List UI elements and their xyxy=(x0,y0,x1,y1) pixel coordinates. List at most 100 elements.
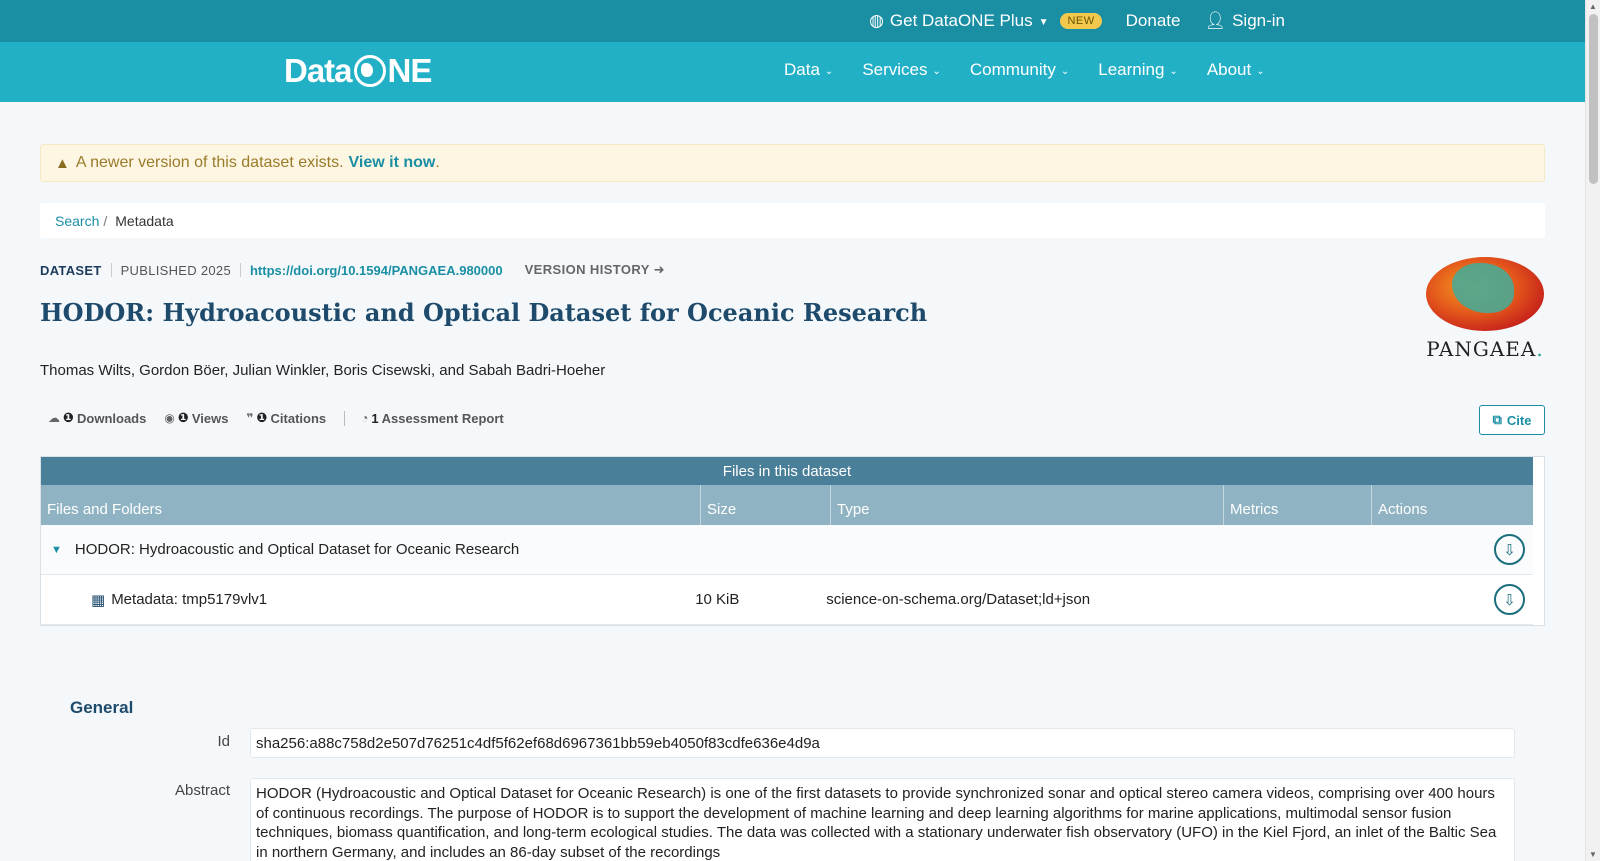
dataset-meta-line: DATASET PUBLISHED 2025 https://doi.org/1… xyxy=(40,262,665,278)
chevron-down-icon: ⌄ xyxy=(1169,65,1178,77)
cloud-download-icon: ☁ xyxy=(48,411,60,425)
page-scrollbar[interactable]: ▲ ▼ xyxy=(1585,0,1600,861)
abstract-value[interactable]: HODOR (Hydroacoustic and Optical Dataset… xyxy=(250,778,1515,861)
chevron-down-icon: ▼ xyxy=(1038,16,1049,28)
files-table-caption: Files in this dataset xyxy=(41,457,1533,485)
caret-down-icon[interactable]: ▼ xyxy=(51,544,62,556)
downloads-metric: ☁ ❶ Downloads xyxy=(48,410,146,426)
gauge-icon: ◔ xyxy=(361,411,369,425)
version-history-link[interactable]: VERSION HISTORY ➜ xyxy=(525,262,665,278)
copy-icon: ⧉ xyxy=(1492,412,1502,427)
new-badge: NEW xyxy=(1060,13,1102,29)
column-header-type[interactable]: Type xyxy=(831,485,1224,525)
divider xyxy=(239,263,241,277)
column-header-files[interactable]: Files and Folders xyxy=(41,485,701,525)
id-label: Id xyxy=(217,733,230,750)
globe-logo-icon xyxy=(353,55,386,87)
scroll-up-icon[interactable]: ▲ xyxy=(1589,2,1597,11)
nav-item-community[interactable]: Community ⌄ xyxy=(970,60,1069,80)
id-value[interactable]: sha256:a88c758d2e507d76251c4df5f62ef68d6… xyxy=(250,728,1515,758)
dataset-authors: Thomas Wilts, Gordon Böer, Julian Winkle… xyxy=(40,362,606,379)
published-year: PUBLISHED 2025 xyxy=(120,262,231,278)
get-dataone-plus-label: Get DataONE Plus xyxy=(889,11,1033,30)
scroll-down-icon[interactable]: ▼ xyxy=(1589,850,1597,859)
scrollbar-thumb[interactable] xyxy=(1589,14,1598,184)
nav-item-label: Learning xyxy=(1098,60,1165,79)
divider xyxy=(110,263,112,277)
downloads-label: Downloads xyxy=(77,410,147,426)
breadcrumb: Search / Metadata xyxy=(40,203,1545,238)
chevron-down-icon: ⌄ xyxy=(1256,65,1265,77)
logo-text-right: NE xyxy=(387,52,433,89)
view-newer-version-link[interactable]: View it now xyxy=(349,154,436,172)
top-utility-bar: ◍ Get DataONE Plus ▼ NEW Donate 👤︎ Sign-… xyxy=(0,0,1585,42)
dataone-logo[interactable]: Data NE xyxy=(284,52,433,90)
pangaea-logo-wordmark: PANGAEA. xyxy=(1420,337,1550,361)
info-icon: ❶ xyxy=(63,410,75,425)
cite-label: Cite xyxy=(1506,412,1532,428)
pangaea-repository-logo[interactable]: PANGAEA. xyxy=(1420,257,1550,361)
warning-icon: ▲ xyxy=(55,154,70,172)
nav-item-about[interactable]: About ⌄ xyxy=(1207,60,1265,80)
citations-metric: ❞ ❶ Citations xyxy=(246,410,326,426)
column-header-metrics[interactable]: Metrics xyxy=(1224,485,1372,525)
files-table-header: Files and Folders Size Type Metrics Acti… xyxy=(41,485,1533,525)
download-cloud-icon[interactable]: ⇩ xyxy=(1494,534,1525,565)
version-history-label: VERSION HISTORY xyxy=(524,262,650,277)
sign-in-link[interactable]: 👤︎ Sign-in xyxy=(1204,11,1285,31)
eye-icon: ◉ xyxy=(164,411,175,425)
divider xyxy=(344,410,346,426)
nav-item-label: About xyxy=(1206,60,1252,79)
quote-icon: ❞ xyxy=(246,411,254,425)
nav-item-label: Services xyxy=(862,60,928,79)
get-dataone-plus-menu[interactable]: ◍ Get DataONE Plus ▼ NEW xyxy=(869,11,1102,31)
nav-item-data[interactable]: Data ⌄ xyxy=(784,60,833,80)
assessment-label: Assessment Report xyxy=(381,410,504,426)
alert-text: A newer version of this dataset exists. xyxy=(75,154,344,171)
nav-item-learning[interactable]: Learning ⌄ xyxy=(1098,60,1178,80)
file-type: science-on-schema.org/Dataset;ld+json xyxy=(826,591,1091,608)
info-icon: ❶ xyxy=(177,410,189,425)
assessment-report-link[interactable]: ◔ 1 Assessment Report xyxy=(361,411,504,426)
pangaea-globe-icon xyxy=(1426,257,1544,331)
views-metric: ◉ ❶ Views xyxy=(164,410,228,426)
user-icon: 👤︎ xyxy=(1204,11,1227,30)
donate-link[interactable]: Donate xyxy=(1126,11,1181,31)
newer-version-alert: ▲ A newer version of this dataset exists… xyxy=(40,144,1545,182)
cite-button[interactable]: ⧉ Cite xyxy=(1479,405,1545,435)
citations-label: Citations xyxy=(270,410,327,426)
breadcrumb-current: Metadata xyxy=(115,212,174,229)
table-row-file: ▦ Metadata: tmp5179vlv1 10 KiB science-o… xyxy=(41,575,1533,625)
pangaea-logo-dot: . xyxy=(1536,337,1544,361)
table-row-folder: ▼ HODOR: Hydroacoustic and Optical Datas… xyxy=(41,525,1533,575)
nav-item-label: Community xyxy=(969,60,1056,79)
abstract-label: Abstract xyxy=(174,782,230,799)
pangaea-logo-text: PANGAEA xyxy=(1426,337,1537,361)
column-header-size[interactable]: Size xyxy=(701,485,831,525)
info-icon: ❶ xyxy=(256,410,268,425)
files-table: Files in this dataset Files and Folders … xyxy=(40,456,1545,626)
folder-name[interactable]: HODOR: Hydroacoustic and Optical Dataset… xyxy=(75,541,519,558)
column-header-actions[interactable]: Actions xyxy=(1372,485,1533,525)
dataset-type-label: DATASET xyxy=(40,262,102,278)
nav-item-services[interactable]: Services ⌄ xyxy=(862,60,941,80)
file-size: 10 KiB xyxy=(695,591,740,608)
globe-icon: ◍ xyxy=(869,11,884,30)
views-label: Views xyxy=(191,410,229,426)
file-name[interactable]: Metadata: tmp5179vlv1 xyxy=(111,591,695,608)
nav-menu: Data ⌄ Services ⌄ Community ⌄ Learning ⌄ Abo… xyxy=(784,60,1265,80)
chevron-down-icon: ⌄ xyxy=(824,65,834,77)
breadcrumb-separator: / xyxy=(103,212,108,229)
dataset-title: HODOR: Hydroacoustic and Optical Dataset… xyxy=(40,298,928,327)
logo-text-left: Data xyxy=(284,52,353,89)
arrow-right-icon: ➜ xyxy=(653,262,665,277)
nav-item-label: Data xyxy=(784,60,820,79)
download-cloud-icon[interactable]: ⇩ xyxy=(1494,584,1525,615)
sign-in-label: Sign-in xyxy=(1232,11,1285,30)
main-navbar: Data NE Data ⌄ Services ⌄ Community ⌄ Learn… xyxy=(0,42,1585,102)
general-section-heading: General xyxy=(70,698,134,717)
dataset-metrics: ☁ ❶ Downloads ◉ ❶ Views ❞ ❶ Citations ◔ … xyxy=(48,410,522,426)
chevron-down-icon: ⌄ xyxy=(932,65,941,77)
breadcrumb-search[interactable]: Search xyxy=(55,213,99,229)
doi-link[interactable]: https://doi.org/10.1594/PANGAEA.980000 xyxy=(250,263,503,278)
